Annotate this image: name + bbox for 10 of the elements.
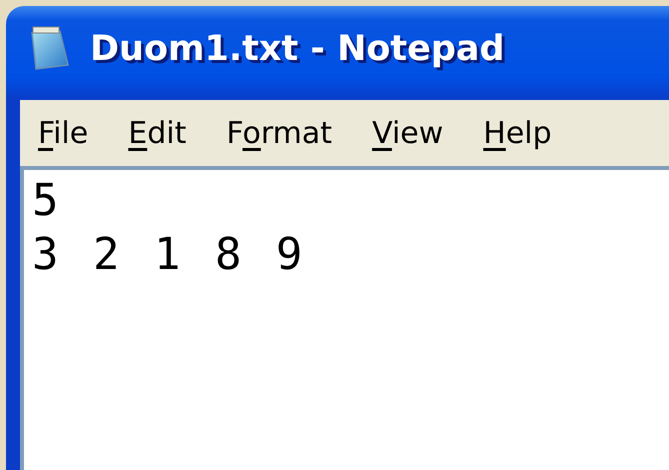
menu-item[interactable]: Edit	[128, 116, 186, 150]
menu-item[interactable]: File	[38, 116, 88, 150]
window-title: Duom1.txt - Notepad	[90, 29, 505, 69]
menu-item[interactable]: Help	[483, 116, 552, 150]
menu-item[interactable]: Format	[226, 116, 332, 150]
text-line: 3 2 1 8 9	[32, 228, 308, 282]
menu-item[interactable]: View	[372, 116, 444, 150]
text-line: 5	[32, 174, 64, 228]
notepad-icon	[30, 25, 70, 73]
text-area[interactable]: 5 3 2 1 8 9	[20, 170, 669, 470]
